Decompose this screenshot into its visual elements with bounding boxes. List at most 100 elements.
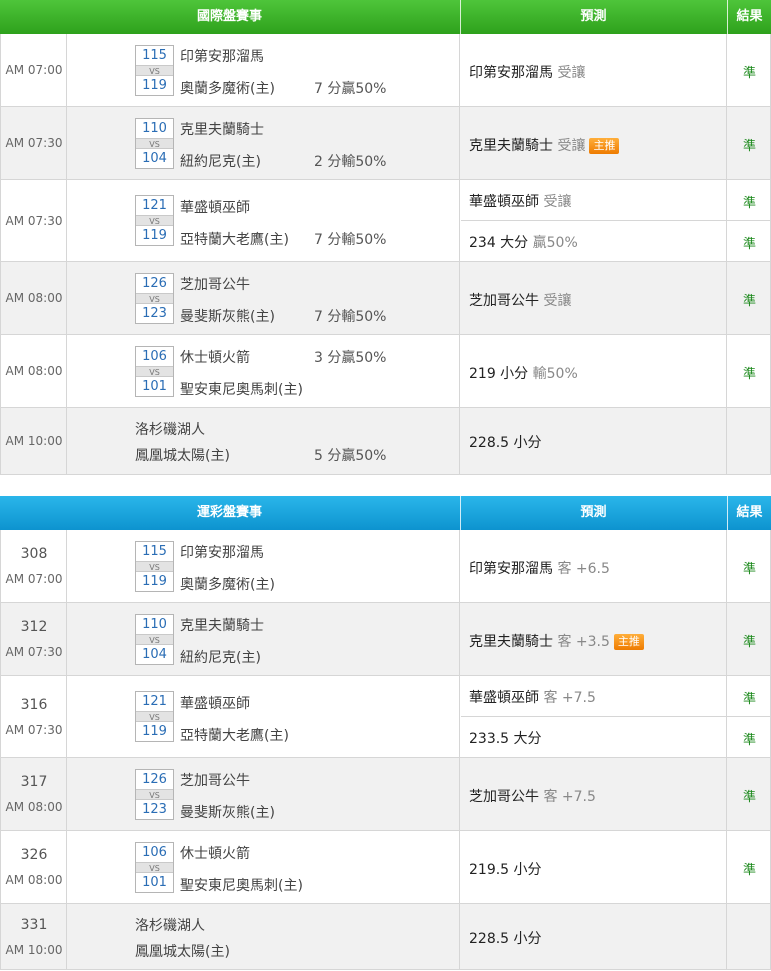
table-row: AM 07:00 115 VS 119 印第安那溜馬 奧蘭多魔術(主) 7 分贏… [0, 34, 771, 107]
result: 準 [742, 139, 756, 154]
top-pick-badge: 主推 [613, 634, 644, 650]
time-cell: AM 07:30 [1, 107, 67, 179]
away-team: 華盛頓巫師 [180, 200, 250, 216]
prediction: 芝加哥公牛 客 +7.5 [469, 786, 596, 806]
prediction-team: 芝加哥公牛 [469, 789, 539, 805]
rotation-box: 121 VS 119 [135, 691, 174, 742]
rotation-home: 123 [142, 306, 167, 321]
prediction-total-main: 234 大分 [469, 235, 529, 251]
prediction-team: 印第安那溜馬 [469, 65, 553, 81]
header-result: 結果 [727, 0, 771, 34]
prediction: 228.5 小分 [469, 928, 542, 948]
result: 準 [742, 294, 756, 309]
rotation-away: 115 [142, 544, 167, 559]
prediction-total: 233.5 大分 [469, 728, 542, 748]
game-time: AM 07:30 [5, 136, 63, 150]
handicap: 7 分輸50% [314, 309, 387, 325]
time-cell: AM 07:30 [1, 180, 67, 261]
vs-label: VS [136, 561, 173, 572]
rotation-home: 119 [142, 228, 167, 243]
time-cell: AM 08:00 [1, 262, 67, 334]
game-time: AM 08:00 [5, 291, 63, 305]
time-cell: AM 08:00 [1, 335, 67, 407]
prediction: 印第安那溜馬 客 +6.5 [469, 558, 610, 578]
time-cell: 316 AM 07:30 [1, 676, 67, 757]
away-team: 印第安那溜馬 [180, 545, 264, 561]
rotation-away: 115 [142, 48, 167, 63]
table-row: AM 10:00 洛杉磯湖人 鳳凰城太陽(主) 5 分贏50% 228.5 小分 [0, 408, 771, 475]
home-team: 鳳凰城太陽(主) [135, 944, 230, 960]
handicap: 2 分輸50% [314, 154, 387, 170]
top-pick-badge: 主推 [589, 138, 620, 154]
time-cell: 317 AM 08:00 [1, 758, 67, 830]
rotation-away: 126 [142, 276, 167, 291]
rotation-box: 126 VS 123 [135, 273, 174, 324]
time-cell: 312 AM 07:30 [1, 603, 67, 675]
prediction-total-main: 219.5 小分 [469, 862, 542, 878]
prediction-type: 受讓 [557, 138, 586, 154]
away-team: 洛杉磯湖人 [135, 918, 205, 934]
result-total: 準 [742, 237, 756, 252]
away-team: 洛杉磯湖人 [135, 422, 205, 438]
handicap: 7 分輸50% [314, 232, 387, 248]
game-time: AM 08:00 [5, 800, 63, 814]
vs-label: VS [136, 711, 173, 722]
away-team: 印第安那溜馬 [180, 49, 264, 65]
game-time: AM 08:00 [5, 364, 63, 378]
home-team: 聖安東尼奧馬刺(主) [180, 878, 303, 894]
prediction: 華盛頓巫師 受讓 [469, 191, 571, 211]
prediction-total-sub: 贏50% [532, 235, 578, 251]
rotation-home: 119 [142, 574, 167, 589]
game-time: AM 10:00 [5, 434, 63, 448]
prediction: 克里夫蘭騎士 受讓 主推 [469, 135, 620, 155]
prediction-type: 受讓 [557, 65, 586, 81]
away-team: 休士頓火箭 [180, 350, 250, 366]
home-team: 聖安東尼奧馬刺(主) [180, 382, 303, 398]
table-row: 326 AM 08:00 106 VS 101 休士頓火箭 聖安東尼奧馬刺(主) … [0, 831, 771, 904]
rotation-away: 121 [142, 198, 167, 213]
prediction: 克里夫蘭騎士 客 +3.5 主推 [469, 631, 644, 651]
prediction: 印第安那溜馬 受讓 [469, 62, 585, 82]
table-row: 331 AM 10:00 洛杉磯湖人 鳳凰城太陽(主) 228.5 小分 [0, 904, 771, 970]
home-team: 亞特蘭大老鷹(主) [180, 728, 289, 744]
game-time: AM 07:00 [5, 63, 63, 77]
prediction-type: 受讓 [543, 194, 572, 210]
header-prediction: 預測 [460, 496, 726, 530]
vs-label: VS [136, 862, 173, 873]
vs-label: VS [136, 366, 173, 377]
prediction-team: 芝加哥公牛 [469, 293, 539, 309]
rotation-away: 121 [142, 694, 167, 709]
game-number: 312 [20, 619, 48, 635]
home-team: 亞特蘭大老鷹(主) [180, 232, 289, 248]
prediction: 219 小分 輸50% [469, 363, 578, 383]
game-time: AM 07:30 [5, 645, 63, 659]
prediction-type: 客 +3.5 [557, 634, 610, 650]
prediction-total-main: 228.5 小分 [469, 931, 542, 947]
sports-lottery-table: 運彩盤賽事 預測 結果 308 AM 07:00 115 VS 119 印第安那溜… [0, 496, 771, 970]
header-game: 國際盤賽事 [196, 9, 262, 24]
table-row: 317 AM 08:00 126 VS 123 芝加哥公牛 曼斐斯灰熊(主) 芝加… [0, 758, 771, 831]
result: 準 [742, 367, 756, 382]
rotation-away: 110 [142, 121, 167, 136]
rotation-box: 106 VS 101 [135, 346, 174, 397]
away-team: 芝加哥公牛 [180, 773, 250, 789]
prediction-team: 克里夫蘭騎士 [469, 138, 553, 154]
away-team: 休士頓火箭 [180, 846, 250, 862]
header-prediction: 預測 [460, 0, 726, 34]
rotation-box: 121 VS 119 [135, 195, 174, 246]
prediction-team: 印第安那溜馬 [469, 561, 553, 577]
game-time: AM 07:30 [5, 213, 63, 228]
home-team: 曼斐斯灰熊(主) [180, 309, 275, 325]
game-time: AM 07:30 [5, 722, 63, 737]
handicap: 7 分贏50% [314, 81, 387, 97]
rotation-home: 104 [142, 151, 167, 166]
time-cell: AM 07:00 [1, 34, 67, 106]
result: 準 [742, 790, 756, 805]
header-game: 運彩盤賽事 [196, 505, 262, 520]
rotation-away: 106 [142, 349, 167, 364]
prediction-total-sub: 輸50% [532, 366, 578, 382]
table-row: AM 08:00 106 VS 101 休士頓火箭 3 分贏50% 聖安東尼奧馬… [0, 335, 771, 408]
table-row: 312 AM 07:30 110 VS 104 克里夫蘭騎士 紐約尼克(主) 克里… [0, 603, 771, 676]
rotation-box: 115 VS 119 [135, 45, 174, 96]
time-cell: 331 AM 10:00 [1, 904, 67, 969]
